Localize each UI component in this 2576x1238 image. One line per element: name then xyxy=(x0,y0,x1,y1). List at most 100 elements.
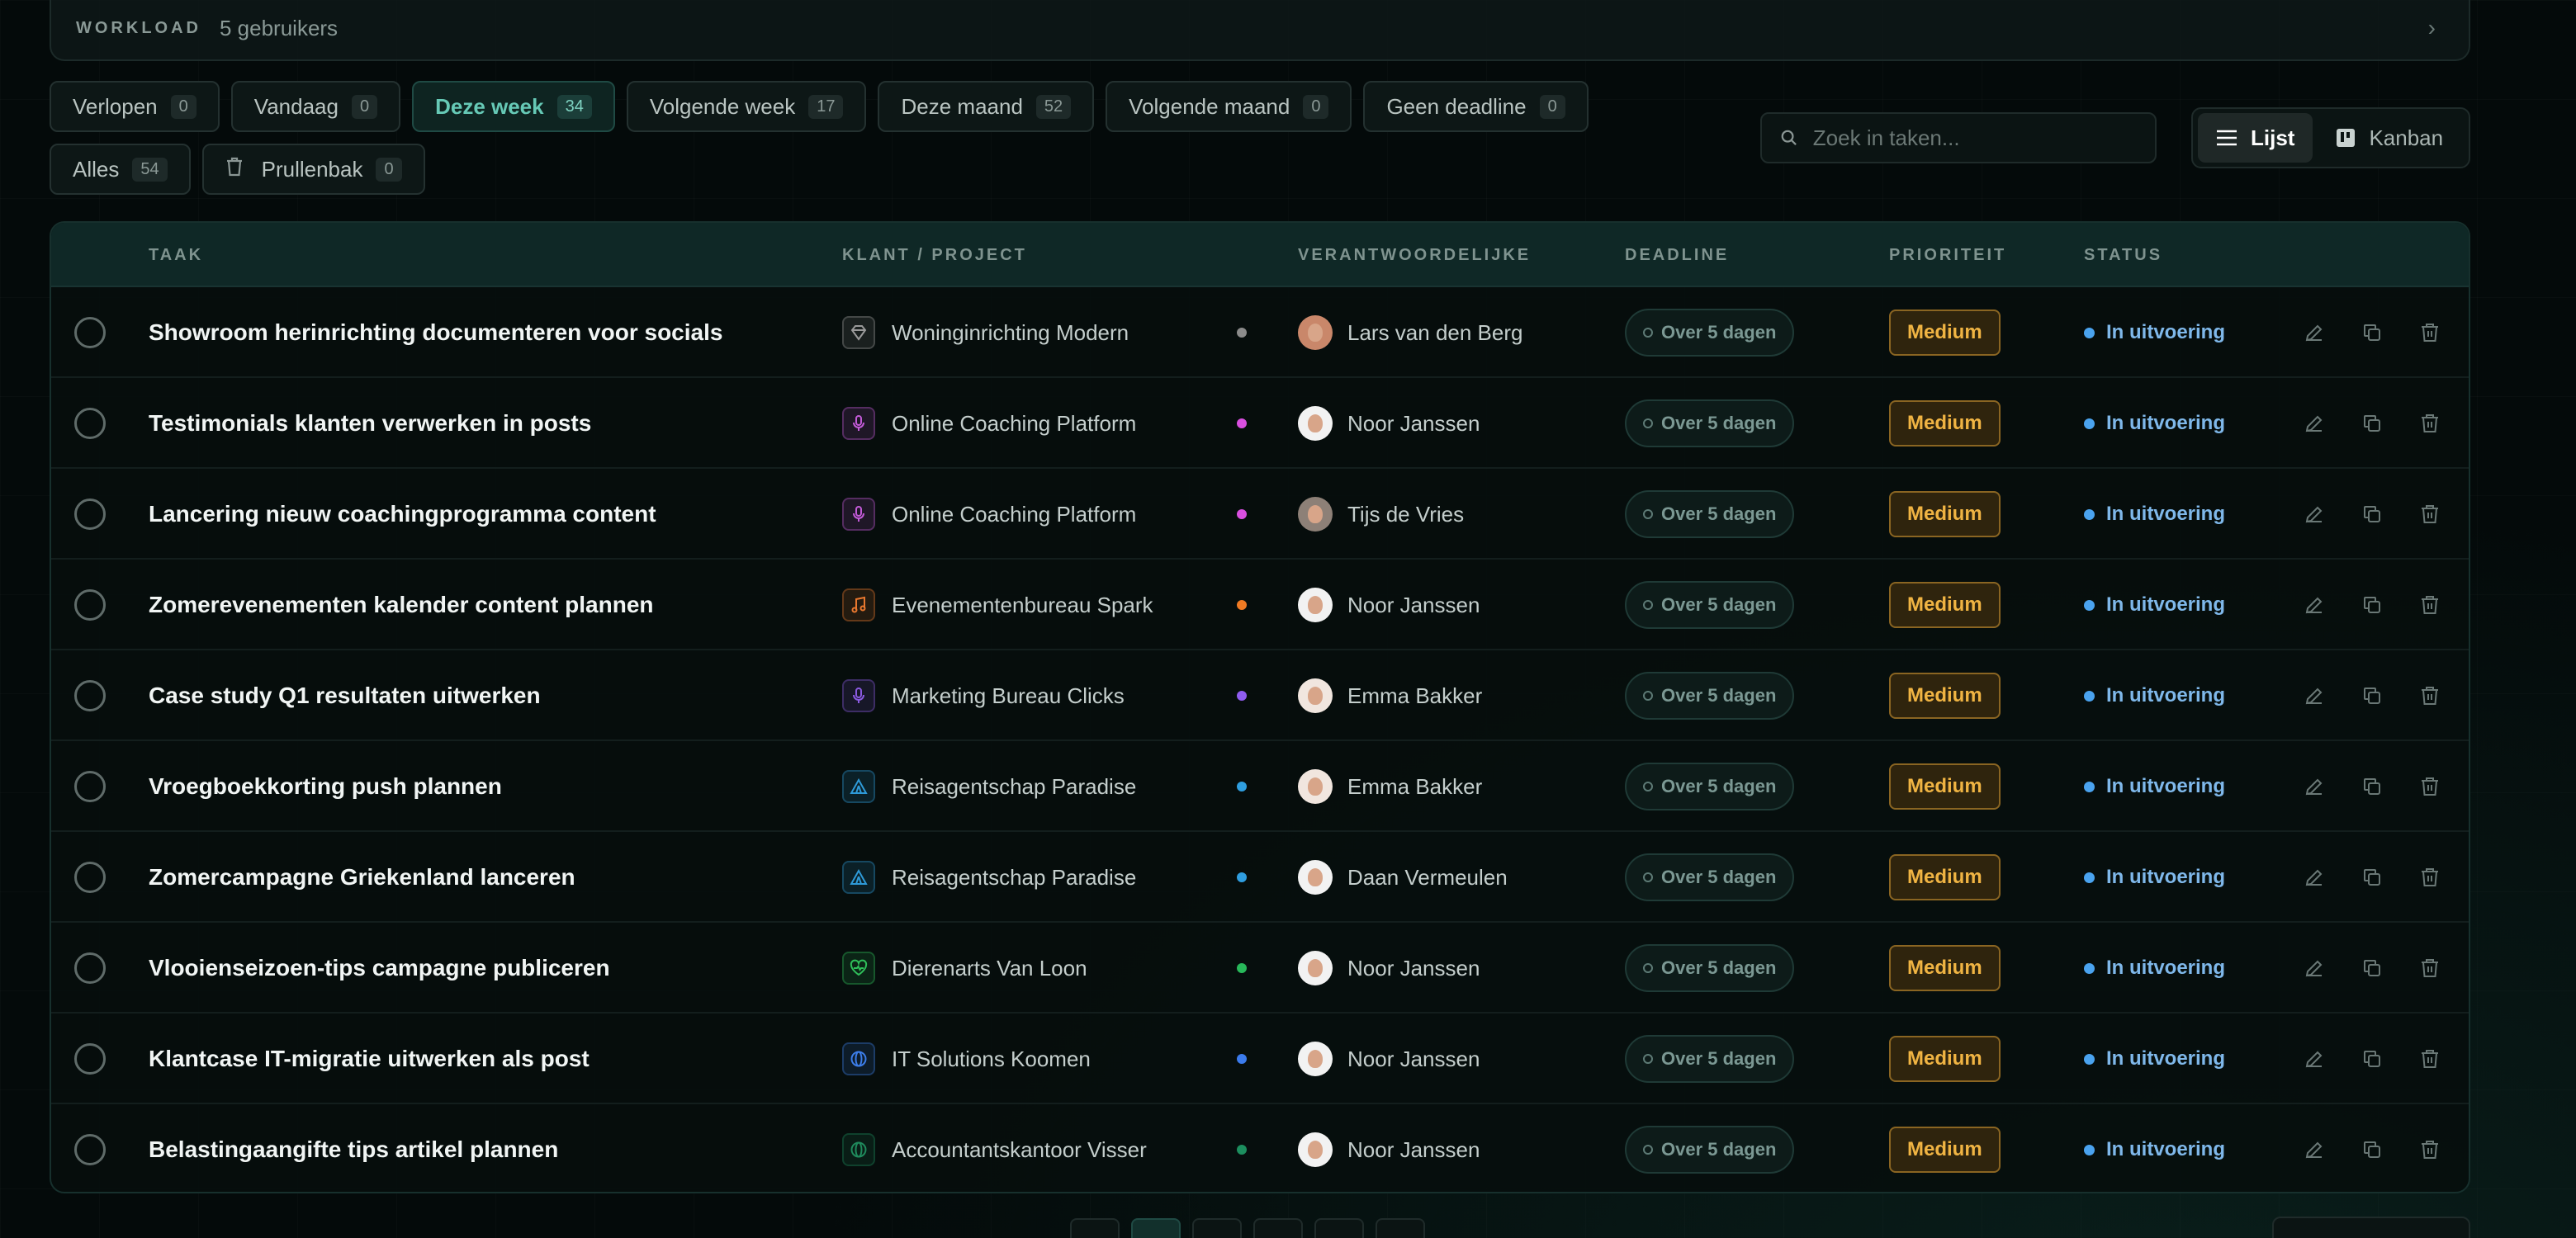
search-input[interactable] xyxy=(1812,125,2137,151)
duplicate-icon[interactable] xyxy=(2361,685,2383,706)
priority-badge[interactable]: Medium xyxy=(1889,1036,2001,1082)
status[interactable]: In uitvoering xyxy=(2084,832,2225,923)
deadline-badge[interactable]: Over 5 dagen xyxy=(1625,1035,1795,1083)
status[interactable]: In uitvoering xyxy=(2084,560,2225,650)
filter-chip[interactable]: Verlopen 0 xyxy=(50,81,220,132)
owner[interactable]: Lars van den Berg xyxy=(1298,287,1522,378)
deadline-badge[interactable]: Over 5 dagen xyxy=(1625,399,1795,447)
table-row[interactable]: Lancering nieuw coachingprogramma conten… xyxy=(51,469,2469,560)
task-checkbox[interactable] xyxy=(74,317,106,348)
edit-icon[interactable] xyxy=(2304,413,2325,434)
filter-chip[interactable]: Deze maand 52 xyxy=(878,81,1095,132)
delete-icon[interactable] xyxy=(2419,685,2441,706)
table-row[interactable]: Klantcase IT-migratie uitwerken als post… xyxy=(51,1014,2469,1104)
priority-badge[interactable]: Medium xyxy=(1889,582,2001,628)
client-project[interactable]: Accountantskantoor Visser xyxy=(842,1104,1147,1192)
table-row[interactable]: Case study Q1 resultaten uitwerken Market… xyxy=(51,650,2469,741)
page-button[interactable] xyxy=(1314,1218,1364,1238)
task-title[interactable]: Case study Q1 resultaten uitwerken xyxy=(149,683,541,709)
table-row[interactable]: Zomerevenementen kalender content planne… xyxy=(51,560,2469,650)
duplicate-icon[interactable] xyxy=(2361,1048,2383,1070)
client-project[interactable]: Woninginrichting Modern xyxy=(842,287,1129,378)
edit-icon[interactable] xyxy=(2304,867,2325,888)
chevron-right-icon[interactable]: › xyxy=(2428,15,2436,41)
priority-badge[interactable]: Medium xyxy=(1889,854,2001,900)
edit-icon[interactable] xyxy=(2304,957,2325,979)
client-project[interactable]: Online Coaching Platform xyxy=(842,469,1136,560)
owner[interactable]: Noor Janssen xyxy=(1298,1014,1480,1104)
task-title[interactable]: Klantcase IT-migratie uitwerken als post xyxy=(149,1046,590,1072)
table-row[interactable]: Zomercampagne Griekenland lanceren Reisag… xyxy=(51,832,2469,923)
task-title[interactable]: Zomerevenementen kalender content planne… xyxy=(149,592,654,618)
task-checkbox[interactable] xyxy=(74,680,106,711)
client-project[interactable]: Dierenarts Van Loon xyxy=(842,923,1087,1014)
client-project[interactable]: Reisagentschap Paradise xyxy=(842,741,1136,832)
delete-icon[interactable] xyxy=(2419,776,2441,797)
task-checkbox[interactable] xyxy=(74,771,106,802)
duplicate-icon[interactable] xyxy=(2361,413,2383,434)
delete-icon[interactable] xyxy=(2419,957,2441,979)
table-row[interactable]: Vlooienseizoen-tips campagne publiceren D… xyxy=(51,923,2469,1014)
duplicate-icon[interactable] xyxy=(2361,957,2383,979)
table-row[interactable]: Testimonials klanten verwerken in posts O… xyxy=(51,378,2469,469)
priority-badge[interactable]: Medium xyxy=(1889,1127,2001,1173)
delete-icon[interactable] xyxy=(2419,1139,2441,1160)
duplicate-icon[interactable] xyxy=(2361,867,2383,888)
deadline-badge[interactable]: Over 5 dagen xyxy=(1625,309,1795,357)
filter-chip[interactable]: Geen deadline 0 xyxy=(1363,81,1589,132)
owner[interactable]: Noor Janssen xyxy=(1298,1104,1480,1192)
status[interactable]: In uitvoering xyxy=(2084,650,2225,741)
edit-icon[interactable] xyxy=(2304,503,2325,525)
owner[interactable]: Noor Janssen xyxy=(1298,378,1480,469)
task-title[interactable]: Lancering nieuw coachingprogramma conten… xyxy=(149,501,656,527)
page-button[interactable] xyxy=(1131,1218,1181,1238)
table-row[interactable]: Vroegboekkorting push plannen Reisagentsc… xyxy=(51,741,2469,832)
owner[interactable]: Tijs de Vries xyxy=(1298,469,1464,560)
filter-chip[interactable]: Deze week 34 xyxy=(412,81,615,132)
status[interactable]: In uitvoering xyxy=(2084,741,2225,832)
view-list-button[interactable]: Lijst xyxy=(2198,113,2313,163)
owner[interactable]: Daan Vermeulen xyxy=(1298,832,1508,923)
delete-icon[interactable] xyxy=(2419,322,2441,343)
status[interactable]: In uitvoering xyxy=(2084,1014,2225,1104)
task-checkbox[interactable] xyxy=(74,499,106,530)
filter-chip[interactable]: Vandaag 0 xyxy=(230,81,401,132)
delete-icon[interactable] xyxy=(2419,503,2441,525)
deadline-badge[interactable]: Over 5 dagen xyxy=(1625,763,1795,810)
status[interactable]: In uitvoering xyxy=(2084,923,2225,1014)
client-project[interactable]: Online Coaching Platform xyxy=(842,378,1136,469)
edit-icon[interactable] xyxy=(2304,322,2325,343)
page-next-button[interactable] xyxy=(1376,1218,1425,1238)
task-title[interactable]: Testimonials klanten verwerken in posts xyxy=(149,410,591,437)
status[interactable]: In uitvoering xyxy=(2084,378,2225,469)
task-checkbox[interactable] xyxy=(74,408,106,439)
client-project[interactable]: Reisagentschap Paradise xyxy=(842,832,1136,923)
priority-badge[interactable]: Medium xyxy=(1889,673,2001,719)
deadline-badge[interactable]: Over 5 dagen xyxy=(1625,1126,1795,1174)
duplicate-icon[interactable] xyxy=(2361,503,2383,525)
priority-badge[interactable]: Medium xyxy=(1889,400,2001,447)
filter-chip[interactable]: Prullenbak 0 xyxy=(201,144,425,195)
status[interactable]: In uitvoering xyxy=(2084,287,2225,378)
priority-badge[interactable]: Medium xyxy=(1889,491,2001,537)
deadline-badge[interactable]: Over 5 dagen xyxy=(1625,672,1795,720)
delete-icon[interactable] xyxy=(2419,1048,2441,1070)
owner[interactable]: Noor Janssen xyxy=(1298,923,1480,1014)
client-project[interactable]: IT Solutions Koomen xyxy=(842,1014,1091,1104)
workload-bar[interactable]: WORKLOAD 5 gebruikers › xyxy=(50,0,2470,61)
deadline-badge[interactable]: Over 5 dagen xyxy=(1625,581,1795,629)
filter-chip[interactable]: Volgende maand 0 xyxy=(1106,81,1352,132)
edit-icon[interactable] xyxy=(2304,685,2325,706)
delete-icon[interactable] xyxy=(2419,867,2441,888)
edit-icon[interactable] xyxy=(2304,1048,2325,1070)
task-title[interactable]: Vlooienseizoen-tips campagne publiceren xyxy=(149,955,610,981)
status[interactable]: In uitvoering xyxy=(2084,469,2225,560)
filter-chip[interactable]: Alles 54 xyxy=(50,144,191,195)
status[interactable]: In uitvoering xyxy=(2084,1104,2225,1192)
task-checkbox[interactable] xyxy=(74,589,106,621)
priority-badge[interactable]: Medium xyxy=(1889,945,2001,991)
delete-icon[interactable] xyxy=(2419,413,2441,434)
duplicate-icon[interactable] xyxy=(2361,594,2383,616)
deadline-badge[interactable]: Over 5 dagen xyxy=(1625,853,1795,901)
search-box[interactable] xyxy=(1760,112,2157,163)
